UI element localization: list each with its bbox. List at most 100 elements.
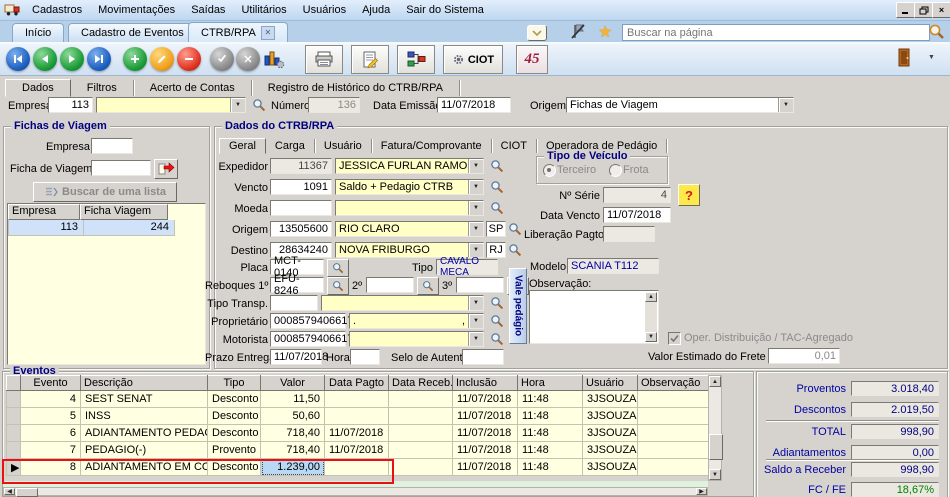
empresa-search-icon[interactable]: [252, 98, 266, 112]
tab-ctrb-rpa[interactable]: CTRB/RPA ✕: [188, 22, 288, 42]
tab-carga[interactable]: Carga: [266, 139, 315, 153]
col-observacao[interactable]: Observação: [638, 376, 709, 391]
tab-ciot[interactable]: CIOT: [492, 139, 537, 153]
origem-code-field[interactable]: 13505600: [270, 221, 332, 237]
cell-valor-selected[interactable]: 1.239,00: [261, 459, 325, 476]
scroll-left-icon[interactable]: ◀: [4, 488, 15, 495]
dropdown-arrow-icon[interactable]: ▼: [468, 159, 483, 173]
tab-filtros[interactable]: Filtros: [71, 80, 134, 96]
scroll-right-icon[interactable]: ▶: [696, 488, 707, 495]
expedidor-search-icon[interactable]: [490, 159, 504, 173]
tab-close-icon[interactable]: ✕: [261, 26, 275, 40]
tab-usuario[interactable]: Usuário: [315, 139, 372, 153]
table-row[interactable]: 4 SEST SENAT Desconto 11,50 11/07/2018 1…: [7, 391, 709, 408]
minimize-button[interactable]: [896, 2, 915, 18]
moeda-code-field[interactable]: [270, 200, 332, 216]
reboque2-search-button[interactable]: [417, 277, 439, 295]
add-record-button[interactable]: [123, 47, 147, 71]
table-row-selected[interactable]: ▶ 8 ADIANTAMENTO EM COMBUST Desconto 1.2…: [7, 459, 709, 476]
relation-diagram-button[interactable]: [397, 45, 435, 74]
menu-ajuda[interactable]: Ajuda: [354, 2, 398, 18]
col-inclusao[interactable]: Inclusão: [453, 376, 518, 391]
nav-prev-button[interactable]: [33, 47, 57, 71]
fichas-grid-row[interactable]: 113 244: [8, 220, 205, 236]
scroll-down-icon[interactable]: ▼: [709, 469, 721, 480]
reboque3-field[interactable]: [456, 277, 504, 293]
tipo-transp-code-field[interactable]: [270, 295, 318, 311]
dropdown-arrow-icon[interactable]: ▼: [230, 98, 245, 112]
motorista-search-icon[interactable]: [490, 332, 504, 346]
row-selector[interactable]: [7, 408, 21, 425]
dropdown-arrow-icon[interactable]: ▼: [468, 296, 483, 310]
tab-fatura-comprovante[interactable]: Fatura/Comprovante: [372, 139, 492, 153]
nav-first-button[interactable]: [6, 47, 30, 71]
row-selector[interactable]: [7, 425, 21, 442]
destino-search-icon[interactable]: [508, 243, 522, 257]
tipo-transp-search-icon[interactable]: [490, 296, 504, 310]
menu-movimentacoes[interactable]: Movimentações: [90, 2, 183, 18]
ciot-button[interactable]: CIOT: [443, 45, 503, 74]
menu-sair[interactable]: Sair do Sistema: [398, 2, 492, 18]
help-button[interactable]: ?: [678, 184, 700, 206]
menu-utilitarios[interactable]: Utilitários: [233, 2, 294, 18]
load-ficha-button[interactable]: [154, 159, 178, 179]
col-usuario[interactable]: Usuário: [583, 376, 638, 391]
eventos-horizontal-scrollbar[interactable]: ◀ ▶: [3, 487, 708, 496]
dropdown-arrow-icon[interactable]: ▼: [468, 222, 483, 236]
col-descricao[interactable]: Descrição: [81, 376, 208, 391]
scroll-down-icon[interactable]: ▼: [645, 332, 657, 342]
col-evento[interactable]: Evento: [21, 376, 81, 391]
vencto-search-icon[interactable]: [490, 180, 504, 194]
tab-geral[interactable]: Geral: [219, 138, 266, 154]
moeda-search-icon[interactable]: [490, 201, 504, 215]
col-hora[interactable]: Hora: [518, 376, 583, 391]
row-selector[interactable]: [7, 391, 21, 408]
empresa-combo[interactable]: ▼: [96, 97, 246, 113]
scroll-up-icon[interactable]: ▲: [645, 292, 657, 302]
placa-search-button[interactable]: [327, 259, 349, 277]
cancel-button[interactable]: [236, 47, 260, 71]
eventos-grid[interactable]: Evento Descrição Tipo Valor Data Pagto D…: [6, 375, 709, 476]
print-button[interactable]: [305, 45, 343, 74]
proprietario-combo[interactable]: ., ▼: [349, 313, 484, 329]
empresa-code-field[interactable]: 113: [48, 97, 93, 113]
confirm-button[interactable]: [210, 47, 234, 71]
dropdown-arrow-icon[interactable]: ▼: [468, 332, 483, 346]
scrollbar-thumb[interactable]: [709, 434, 723, 460]
vencto-combo[interactable]: Saldo + Pedagio CTRB▼: [335, 179, 484, 195]
observacao-scrollbar[interactable]: [645, 302, 657, 332]
tab-inicio[interactable]: Início: [12, 23, 64, 42]
dropdown-arrow-icon[interactable]: ▼: [778, 98, 793, 112]
expand-chevron-button[interactable]: [527, 25, 547, 41]
buscar-lista-button[interactable]: Buscar de uma lista: [33, 182, 177, 202]
flag-disabled-icon[interactable]: [570, 23, 587, 43]
fichas-grid[interactable]: Empresa Ficha Viagem 113 244: [7, 203, 206, 365]
oper-distribuicao-checkbox[interactable]: [668, 332, 681, 345]
origem-combo[interactable]: RIO CLARO▼: [335, 221, 484, 237]
document-edit-button[interactable]: [351, 45, 389, 74]
tab-cadastro-eventos[interactable]: Cadastro de Eventos: [68, 23, 197, 42]
observacao-textarea[interactable]: ▲ ▼: [529, 290, 659, 344]
origem-doc-combo[interactable]: Fichas de Viagem▼: [566, 97, 794, 113]
nav-last-button[interactable]: [87, 47, 111, 71]
dropdown-arrow-icon[interactable]: ▼: [468, 180, 483, 194]
dropdown-arrow-icon[interactable]: ▼: [468, 314, 483, 328]
toolbar-overflow-arrow-icon[interactable]: ▼: [928, 54, 935, 61]
chart-icon[interactable]: [263, 49, 285, 72]
fichas-empresa-field[interactable]: [91, 138, 133, 154]
menu-cadastros[interactable]: Cadastros: [24, 2, 90, 18]
ficha-de-viagem-field[interactable]: [91, 160, 151, 176]
radio-terceiro[interactable]: [543, 164, 556, 177]
proprietario-code-field[interactable]: 00085794066172: [270, 313, 346, 329]
search-icon[interactable]: [928, 23, 945, 43]
table-row[interactable]: 6 ADIANTAMENTO PEDAGIO(+) Desconto 718,4…: [7, 425, 709, 442]
hora-field[interactable]: [350, 349, 380, 365]
tab-acerto-de-contas[interactable]: Acerto de Contas: [134, 80, 252, 96]
table-row[interactable]: 5 INSS Desconto 50,60 11/07/2018 11:48 3…: [7, 408, 709, 425]
scroll-up-icon[interactable]: ▲: [709, 376, 721, 387]
tab-registro-historico[interactable]: Registro de Histórico do CTRB/RPA: [252, 80, 460, 96]
menu-saidas[interactable]: Saídas: [183, 2, 233, 18]
origem-search-icon[interactable]: [508, 222, 522, 236]
col-tipo[interactable]: Tipo: [208, 376, 261, 391]
table-row[interactable]: 7 PEDAGIO(-) Provento 718,40 11/07/2018 …: [7, 442, 709, 459]
